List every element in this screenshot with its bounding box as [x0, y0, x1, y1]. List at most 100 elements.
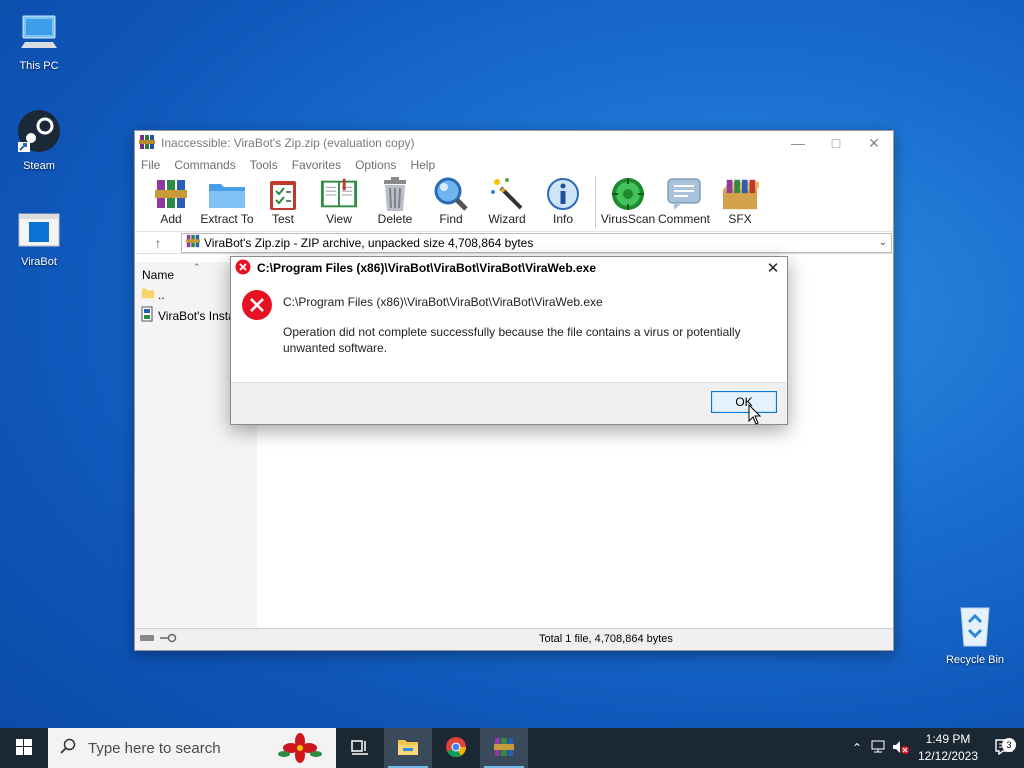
notification-center-button[interactable]: 3	[984, 737, 1024, 758]
window-title: Inaccessible: ViraBot's Zip.zip (evaluat…	[161, 136, 415, 150]
archive-path-field[interactable]: ViraBot's Zip.zip - ZIP archive, unpacke…	[181, 232, 892, 253]
virusscan-label: VirusScan	[600, 212, 656, 226]
wizard-button[interactable]: Wizard	[479, 176, 535, 226]
info-label: Info	[552, 212, 573, 226]
wizard-label: Wizard	[488, 212, 526, 226]
add-button[interactable]: Add	[143, 176, 199, 226]
menu-options[interactable]: Options	[355, 158, 396, 172]
dialog-body: C:\Program Files (x86)\ViraBot\ViraBot\V…	[231, 279, 787, 383]
sort-arrow-icon: ⌃	[193, 262, 201, 272]
file-explorer-icon	[397, 738, 419, 759]
taskbar-chrome[interactable]	[432, 728, 480, 768]
title-bar[interactable]: Inaccessible: ViraBot's Zip.zip (evaluat…	[135, 131, 893, 155]
mouse-cursor-icon	[748, 403, 762, 429]
extract-to-button[interactable]: Extract To	[199, 176, 255, 226]
test-label: Test	[271, 212, 294, 226]
desktop-icon-virabot[interactable]: ViraBot	[1, 210, 77, 268]
desktop-icon-label: Steam	[23, 160, 55, 172]
menu-bar: File Commands Tools Favorites Options He…	[135, 155, 893, 174]
start-button[interactable]	[0, 728, 48, 768]
parent-dir-label: ..	[158, 287, 165, 302]
app-window-icon	[1, 210, 77, 253]
task-view-button[interactable]	[336, 728, 384, 768]
find-label: Find	[439, 212, 463, 226]
desktop-icon-label: ViraBot	[21, 256, 57, 268]
extract-to-label: Extract To	[200, 212, 254, 226]
dialog-title: C:\Program Files (x86)\ViraBot\ViraBot\V…	[257, 261, 597, 275]
sfx-label: SFX	[728, 212, 752, 226]
taskbar: Type here to search ⌃ 1:49 PM 12/12/2023…	[0, 728, 1024, 768]
file-name: ViraBot's Install	[158, 308, 241, 323]
desktop-icon-label: This PC	[19, 60, 59, 72]
drive-icon	[139, 633, 155, 646]
taskbar-winrar[interactable]	[480, 728, 528, 768]
winrar-logo-icon	[139, 134, 155, 153]
minimize-button[interactable]: —	[779, 131, 817, 155]
clock[interactable]: 1:49 PM 12/12/2023	[912, 731, 984, 765]
menu-help[interactable]: Help	[410, 158, 435, 172]
error-icon	[241, 289, 273, 324]
clock-time: 1:49 PM	[925, 732, 971, 746]
search-placeholder: Type here to search	[88, 739, 221, 757]
comment-button[interactable]: Comment	[656, 176, 712, 226]
recycle-bin-icon	[937, 602, 1013, 651]
dialog-message: Operation did not complete successfully …	[283, 325, 741, 355]
sfx-box-icon	[721, 176, 759, 212]
poinsettia-icon	[278, 732, 322, 768]
add-label: Add	[160, 212, 182, 226]
delete-label: Delete	[377, 212, 413, 226]
desktop-icon-this-pc[interactable]: This PC	[1, 10, 77, 72]
desktop-icon-label: Recycle Bin	[945, 654, 1005, 666]
menu-file[interactable]: File	[141, 158, 160, 172]
list-item-parent[interactable]: ..	[141, 286, 165, 303]
task-view-icon	[351, 739, 369, 758]
desktop-icon-recycle-bin[interactable]: Recycle Bin	[937, 602, 1013, 666]
taskbar-search-box[interactable]: Type here to search	[48, 728, 336, 768]
chevron-down-icon[interactable]: ⌄	[875, 237, 891, 248]
error-small-icon	[235, 259, 251, 278]
virusscan-button[interactable]: VirusScan	[600, 176, 656, 226]
delete-button[interactable]: Delete	[367, 176, 423, 226]
trash-icon	[376, 176, 414, 212]
close-button[interactable]: ✕	[855, 131, 893, 155]
volume-muted-icon[interactable]	[890, 740, 912, 757]
virus-scan-icon	[609, 176, 647, 212]
computer-icon	[1, 10, 77, 57]
find-button[interactable]: Find	[423, 176, 479, 226]
network-icon[interactable]	[868, 740, 890, 757]
extract-folder-icon	[208, 176, 246, 212]
dialog-close-button[interactable]: ✕	[759, 259, 787, 277]
test-clipboard-icon	[264, 176, 302, 212]
search-icon	[60, 738, 76, 758]
up-arrow-icon[interactable]: ↑	[135, 232, 181, 254]
comment-label: Comment	[657, 212, 710, 226]
dialog-title-bar[interactable]: C:\Program Files (x86)\ViraBot\ViraBot\V…	[231, 257, 787, 279]
info-button[interactable]: Info	[535, 176, 591, 226]
archive-icon	[186, 234, 200, 251]
error-dialog: C:\Program Files (x86)\ViraBot\ViraBot\V…	[230, 256, 788, 425]
taskbar-file-explorer[interactable]	[384, 728, 432, 768]
list-item-file[interactable]: ViraBot's Install	[141, 306, 240, 325]
maximize-button[interactable]: □	[817, 131, 855, 155]
folder-icon	[141, 286, 155, 303]
windows-logo-icon	[16, 738, 32, 758]
view-button[interactable]: View	[311, 176, 367, 226]
ok-button[interactable]: OK	[711, 391, 777, 413]
system-tray: ⌃ 1:49 PM 12/12/2023 3	[846, 728, 1024, 768]
magnifier-icon	[432, 176, 470, 212]
sfx-button[interactable]: SFX	[712, 176, 768, 226]
menu-commands[interactable]: Commands	[174, 158, 235, 172]
key-icon	[159, 633, 177, 646]
chevron-up-icon[interactable]: ⌃	[846, 741, 868, 755]
info-icon	[544, 176, 582, 212]
status-bar: Total 1 file, 4,708,864 bytes	[135, 628, 893, 650]
dialog-footer: OK	[231, 382, 787, 424]
menu-favorites[interactable]: Favorites	[292, 158, 341, 172]
toolbar: Add Extract To Test View Delete Find Wiz…	[135, 174, 893, 232]
desktop-icon-steam[interactable]: Steam	[1, 108, 77, 172]
menu-tools[interactable]: Tools	[250, 158, 278, 172]
column-header-name[interactable]: Name	[142, 268, 174, 282]
test-button[interactable]: Test	[255, 176, 311, 226]
clock-date: 12/12/2023	[917, 749, 979, 763]
archive-path-text: ViraBot's Zip.zip - ZIP archive, unpacke…	[204, 235, 534, 250]
